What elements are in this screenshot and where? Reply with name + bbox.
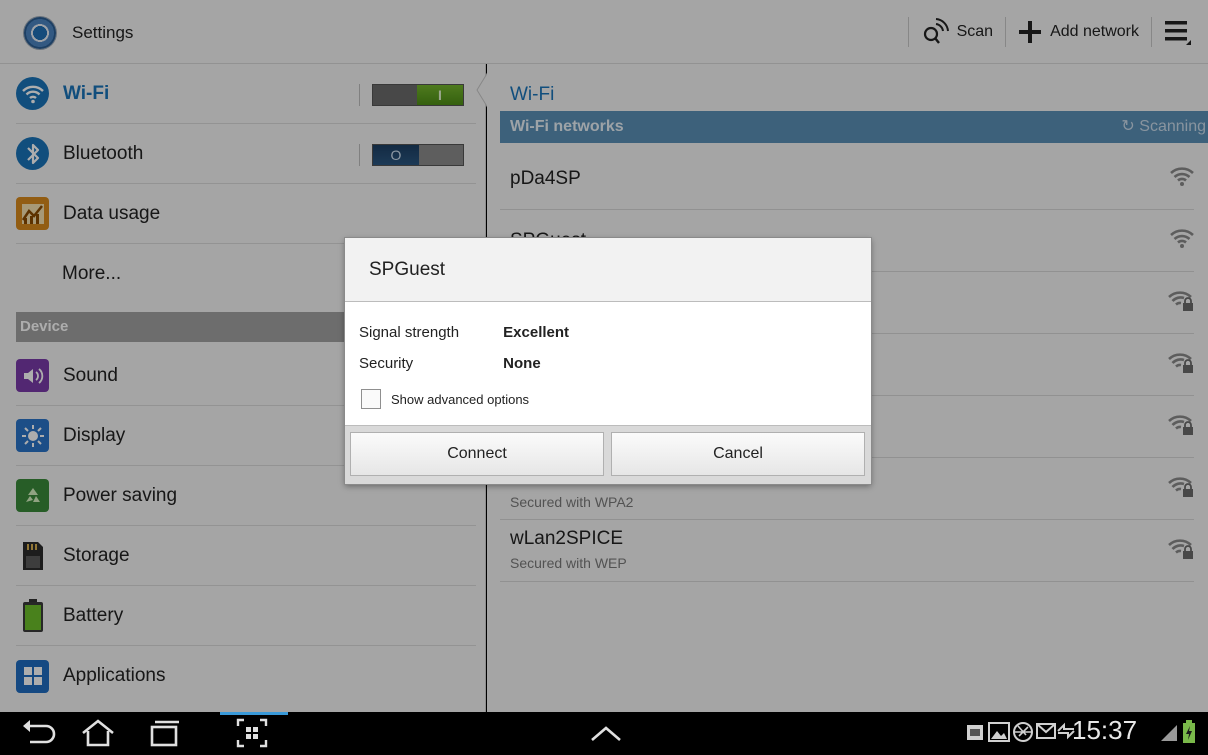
screen-capture-icon[interactable] — [236, 718, 268, 748]
security-label: Security — [359, 355, 414, 372]
back-icon[interactable] — [20, 718, 56, 748]
screenshot-highlight — [220, 712, 288, 715]
connect-button[interactable]: Connect — [350, 432, 604, 476]
aperture-icon — [1013, 722, 1033, 742]
security-value: None — [503, 355, 541, 372]
signal-strength-value: Excellent — [503, 324, 570, 341]
checkbox-label: Show advanced options — [391, 391, 530, 407]
security-row: Security None — [359, 355, 541, 372]
recent-apps-icon[interactable] — [146, 718, 182, 748]
dialog-title: SPGuest — [345, 238, 871, 302]
signal-strength-row: Signal strength Excellent — [359, 324, 569, 341]
email-icon — [1036, 723, 1056, 739]
system-navigation-bar: 15:37 — [0, 712, 1208, 755]
gallery-icon — [988, 722, 1010, 742]
signal-strength-label: Signal strength — [359, 324, 460, 341]
signal-icon — [1161, 725, 1177, 741]
dialog-button-bar: Connect Cancel — [345, 425, 871, 484]
network-details-dialog: SPGuest Signal strength Excellent Securi… — [345, 238, 871, 484]
cancel-button[interactable]: Cancel — [611, 432, 865, 476]
show-advanced-options-checkbox[interactable]: Show advanced options — [361, 389, 529, 409]
status-clock: 15:37 — [1072, 715, 1138, 745]
checkbox-box[interactable] — [361, 389, 381, 409]
home-icon[interactable] — [80, 718, 116, 748]
chevron-up-icon[interactable] — [588, 718, 624, 748]
sim-icon — [967, 725, 983, 740]
battery-charging-icon — [1183, 720, 1195, 743]
